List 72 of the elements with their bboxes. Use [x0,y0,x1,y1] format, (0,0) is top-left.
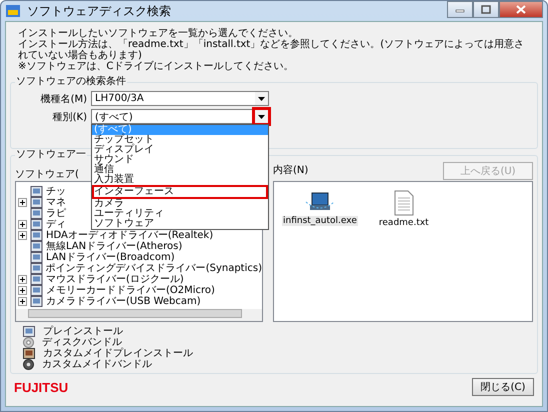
legend-label: ディスクバンドル [42,337,122,348]
expand-icon[interactable] [18,275,27,284]
expand-icon[interactable] [18,286,27,295]
tree-item[interactable]: HDAオーディオドライバー(Realtek) [46,230,214,241]
tree-item[interactable]: マネ [46,197,66,208]
instruction-text: インストール方法は、「readme.txt」「install.txt」などを参照してください。(ソフトウェアによっては用意されていない場合もあります) [18,39,526,61]
dropdown-option[interactable]: ディスプレイ [92,145,268,155]
caret-icon [258,114,265,118]
package-icon [30,252,44,263]
package-icon [30,241,44,252]
expand-icon[interactable] [18,231,27,240]
disc-icon [23,337,34,348]
tree-label: ソフトウェア( [15,169,79,181]
package-icon [30,230,44,241]
package-icon [30,285,44,296]
expand-icon[interactable] [18,220,27,229]
tree-item[interactable]: チッ [46,186,66,197]
expand-icon[interactable] [18,297,27,306]
file-name[interactable]: readme.txt [378,218,430,228]
text-file-icon[interactable] [394,190,414,216]
tree-item[interactable]: カメラドライバー(USB Webcam) [46,296,201,307]
dropdown-option[interactable]: サウンド [92,155,268,165]
package-icon [23,326,35,337]
package-icon [30,186,44,197]
window-title: ソフトウェアディスク検索 [27,2,171,20]
package-icon [30,197,44,208]
dropdown-option[interactable]: 通信 [92,165,268,175]
dropdown-option[interactable]: ユーティリティ [92,209,268,219]
tree-item[interactable]: マウスドライバー(ロジクール) [46,274,184,285]
package-icon [30,208,44,219]
legend-label: カスタムメイドプレインストール [43,348,193,359]
legend-label: プレインストール [43,326,123,337]
tree-item[interactable]: ポインティングデバイスドライバー(Synaptics) [46,263,262,274]
app-icon [5,3,21,19]
file-name[interactable]: infinst_autol.exe [282,216,358,226]
type-label: 種別(K) [52,110,87,124]
tree-item[interactable]: 無線LANドライバー(Atheros) [46,241,182,252]
fujitsu-logo: FUJITSU [14,380,68,394]
package-icon [30,274,44,285]
instruction-text: ※ソフトウェアは、Cドライブにインストールしてください。 [18,61,294,72]
package-icon [23,348,35,359]
caret-icon [258,96,265,100]
tree-item[interactable]: LANドライバー(Broadcom) [46,252,175,263]
legend-label: カスタムメイドバンドル [42,359,152,370]
tree-item[interactable]: ラピ [46,208,66,219]
dropdown-option[interactable]: インターフェース [92,185,268,199]
disc-icon [23,359,34,370]
model-label: 機種名(M) [40,92,87,106]
close-icon [516,5,526,14]
package-icon [30,296,44,307]
tree-item[interactable]: ディ [46,219,66,230]
group-title: ソフトウェアの検索条件 [15,76,127,88]
close-button[interactable] [499,1,543,18]
minimize-button[interactable] [447,1,473,18]
close-dialog-button[interactable]: 閉じる(C) [472,378,534,396]
type-combo[interactable]: (すべて) [91,109,269,124]
dropdown-option[interactable]: カメラ [92,199,268,209]
maximize-button[interactable] [473,1,499,18]
package-icon [30,219,44,230]
expand-icon[interactable] [18,198,27,207]
instruction-text: インストールしたいソフトウェアを一覧から選んでください。 [18,28,298,39]
dropdown-option[interactable]: チップセット [92,135,268,145]
horizontal-scrollbar[interactable] [16,309,262,321]
dropdown-option[interactable]: 入力装置 [92,175,268,185]
minimize-icon [455,6,465,12]
dropdown-option[interactable]: ソフトウェア [92,219,268,229]
group-title: ソフトウェア一 [15,149,87,161]
package-icon [30,263,44,274]
contents-label: 内容(N) [273,165,308,177]
maximize-icon [481,5,491,14]
model-combo[interactable]: LH700/3A [91,91,269,106]
tree-item[interactable]: メモリーカードドライバー(O2Micro) [46,285,215,296]
